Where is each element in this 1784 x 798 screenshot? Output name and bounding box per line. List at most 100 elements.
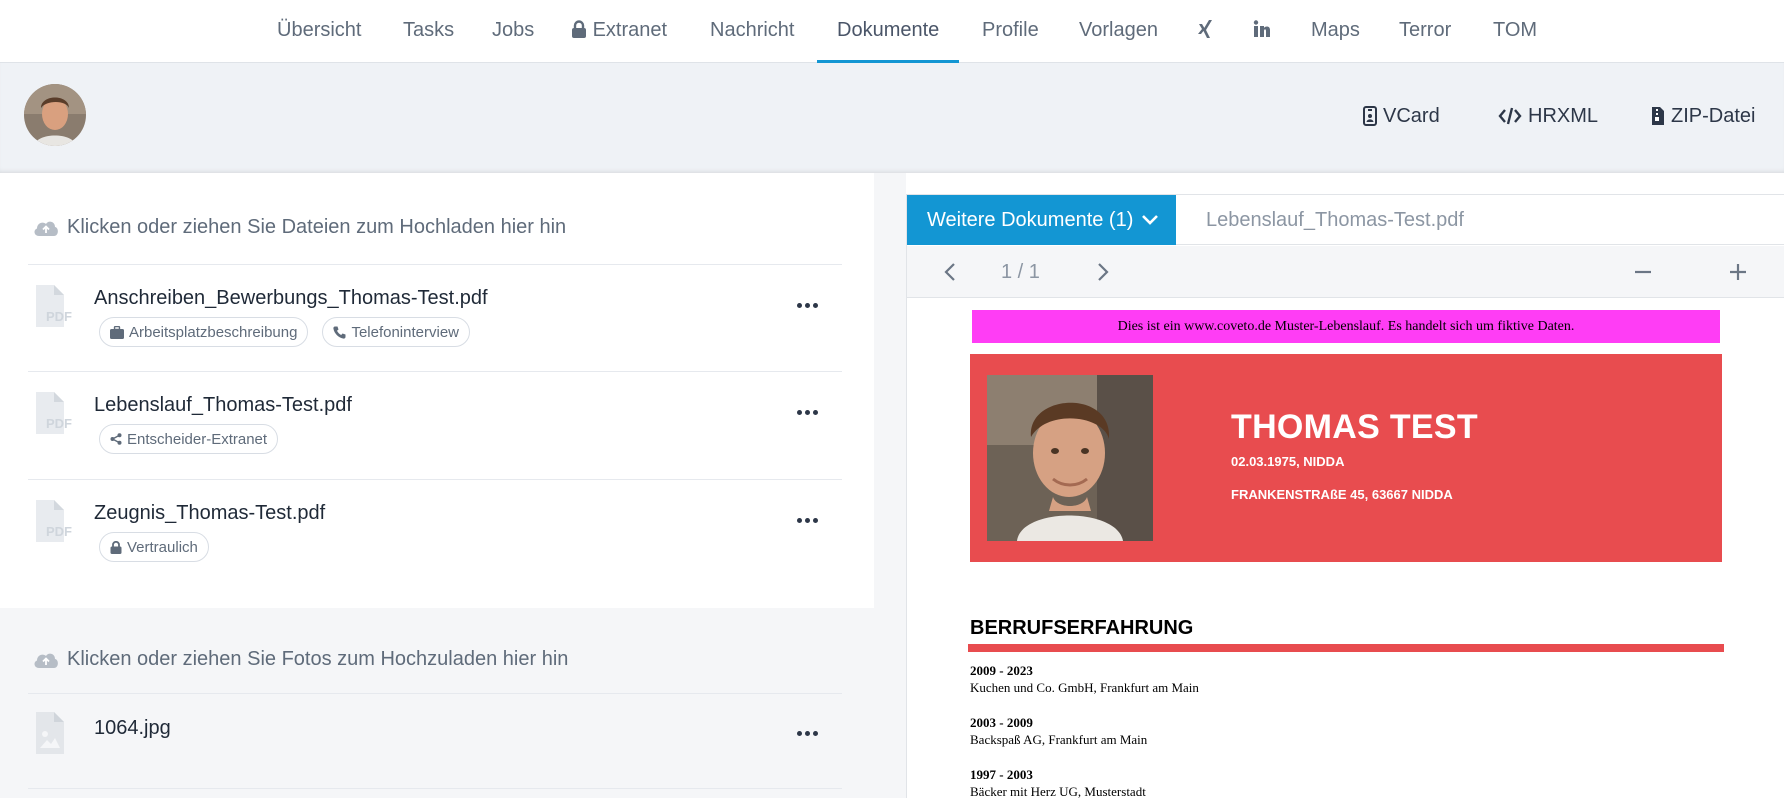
more-options-button[interactable] <box>792 295 822 315</box>
photo-upload-dropzone[interactable]: Klicken oder ziehen Sie Fotos zum Hochzu… <box>33 648 568 671</box>
nav-item-label: Tasks <box>403 19 455 41</box>
sample-notice-banner: Dies ist ein www.coveto.de Muster-Lebens… <box>972 310 1720 343</box>
code-icon <box>1498 107 1522 125</box>
nav-item-terror[interactable]: Terror <box>1399 0 1451 63</box>
nav-item-jobs[interactable]: Jobs <box>492 0 534 63</box>
viewer-tabs: Weitere Dokumente (1) Lebenslauf_Thomas-… <box>907 195 1784 245</box>
document-viewer: Weitere Dokumente (1) Lebenslauf_Thomas-… <box>906 194 1784 798</box>
pdf-file-icon: PDF <box>36 500 72 542</box>
photo-row[interactable]: 1064.jpg <box>28 694 842 786</box>
document-tags: Entscheider-Extranet <box>99 424 279 454</box>
more-options-button[interactable] <box>792 402 822 422</box>
document-tags: Vertraulich <box>99 532 209 562</box>
nav-item-xing[interactable] <box>1197 0 1213 63</box>
zip-download-button[interactable]: ZIP-Datei <box>1651 103 1755 129</box>
top-navigation: Übersicht Tasks Jobs Extranet Nachricht … <box>0 0 1784 63</box>
upload-hint-text: Klicken oder ziehen Sie Fotos zum Hochzu… <box>67 648 569 670</box>
tag-vertraulich[interactable]: Vertraulich <box>99 532 209 562</box>
nav-item-label: Übersicht <box>277 19 362 41</box>
phone-icon <box>333 326 346 339</box>
address: FRANKENSTRAßE 45, 63667 NIDDA <box>1231 487 1453 502</box>
nav-item-tasks[interactable]: Tasks <box>403 0 454 63</box>
linkedin-icon <box>1253 20 1270 37</box>
nav-item-uebersicht[interactable]: Übersicht <box>277 0 361 63</box>
tab-label: Weitere Dokumente (1) <box>927 208 1134 231</box>
minus-icon <box>1635 270 1651 274</box>
upload-hint-text: Klicken oder ziehen Sie Dateien zum Hoch… <box>67 216 567 238</box>
nav-item-label: Dokumente <box>837 19 940 41</box>
tag-telefoninterview[interactable]: Telefoninterview <box>322 317 470 347</box>
tag-label: Entscheider-Extranet <box>127 430 268 448</box>
job-period: 2009 - 2023 <box>970 663 1033 678</box>
zoom-in-button[interactable] <box>1725 259 1751 285</box>
zoom-out-button[interactable] <box>1630 259 1656 285</box>
hrxml-button[interactable]: HRXML <box>1498 103 1598 129</box>
nav-item-dokumente[interactable]: Dokumente <box>816 0 960 63</box>
documents-panel: Klicken oder ziehen Sie Dateien zum Hoch… <box>0 173 874 798</box>
document-name[interactable]: Anschreiben_Bewerbungs_Thomas-Test.pdf <box>94 287 488 310</box>
nav-item-label: Jobs <box>492 19 535 41</box>
lock-icon <box>110 540 122 554</box>
pdf-file-icon: PDF <box>36 392 72 434</box>
previous-page-button[interactable] <box>937 259 963 285</box>
tab-weitere-dokumente[interactable]: Weitere Dokumente (1) <box>907 195 1176 245</box>
tag-arbeitsplatzbeschreibung[interactable]: Arbeitsplatzbeschreibung <box>99 317 309 347</box>
nav-item-label: Extranet <box>592 19 668 41</box>
nav-item-extranet[interactable]: Extranet <box>571 0 667 63</box>
photo-name[interactable]: 1064.jpg <box>94 717 171 740</box>
panel-separator <box>874 173 906 798</box>
nav-item-label: Terror <box>1399 19 1452 41</box>
id-badge-icon <box>1363 106 1377 126</box>
tab-lebenslauf[interactable]: Lebenslauf_Thomas-Test.pdf <box>1206 195 1464 245</box>
section-rule <box>968 644 1724 652</box>
document-row[interactable]: PDF Lebenslauf_Thomas-Test.pdf Entscheid… <box>28 372 842 478</box>
pdf-page: Dies ist ein www.coveto.de Muster-Lebens… <box>907 299 1784 798</box>
file-zip-icon <box>1652 107 1664 125</box>
nav-item-nachricht[interactable]: Nachricht <box>710 0 794 63</box>
nav-item-maps[interactable]: Maps <box>1311 0 1360 63</box>
job-period: 1997 - 2003 <box>970 767 1033 782</box>
tag-entscheider-extranet[interactable]: Entscheider-Extranet <box>99 424 279 454</box>
hrxml-label: HRXML <box>1528 104 1599 127</box>
pdf-pager: 1 / 1 <box>907 246 1784 298</box>
nav-item-label: Profile <box>982 19 1039 41</box>
document-row[interactable]: PDF Zeugnis_Thomas-Test.pdf Vertraulich <box>28 480 842 586</box>
document-row[interactable]: PDF Anschreiben_Bewerbungs_Thomas-Test.p… <box>28 265 842 371</box>
job-period: 2003 - 2009 <box>970 715 1033 730</box>
more-options-button[interactable] <box>792 510 822 530</box>
nav-item-profile[interactable]: Profile <box>982 0 1039 63</box>
nav-item-tom[interactable]: TOM <box>1493 0 1537 63</box>
cloud-upload-icon <box>34 653 58 668</box>
more-options-button[interactable] <box>792 723 822 743</box>
vcard-label: VCard <box>1383 104 1440 127</box>
avatar[interactable] <box>24 84 86 146</box>
nav-item-vorlagen[interactable]: Vorlagen <box>1079 0 1158 63</box>
chevron-left-icon <box>944 263 955 281</box>
tag-label: Vertraulich <box>127 538 198 556</box>
briefcase-icon <box>110 325 124 339</box>
plus-icon <box>1730 264 1746 280</box>
svg-text:PDF: PDF <box>46 309 72 324</box>
next-page-button[interactable] <box>1090 259 1116 285</box>
tag-label: Telefoninterview <box>351 323 459 341</box>
cv-header: THOMAS TEST 02.03.1975, NIDDA FRANKENSTR… <box>970 354 1722 562</box>
divider <box>28 788 842 789</box>
candidate-name: THOMAS TEST <box>1231 408 1478 446</box>
document-name[interactable]: Zeugnis_Thomas-Test.pdf <box>94 502 325 525</box>
document-name[interactable]: Lebenslauf_Thomas-Test.pdf <box>94 394 352 417</box>
birth-info: 02.03.1975, NIDDA <box>1231 454 1345 469</box>
vcard-button[interactable]: VCard <box>1363 103 1440 129</box>
lock-icon <box>572 20 586 38</box>
svg-text:PDF: PDF <box>46 524 72 539</box>
nav-item-linkedin[interactable] <box>1253 0 1271 63</box>
document-upload-dropzone[interactable]: Klicken oder ziehen Sie Dateien zum Hoch… <box>33 216 566 239</box>
job-company: Kuchen und Co. GmbH, Frankfurt am Main <box>970 680 1199 695</box>
xing-icon <box>1198 20 1212 38</box>
nav-item-label: TOM <box>1493 19 1538 41</box>
job-company: Backspaß AG, Frankfurt am Main <box>970 732 1148 747</box>
page-indicator: 1 / 1 <box>1001 261 1040 283</box>
section-title: BERRUFSERFAHRUNG <box>970 617 1194 639</box>
job-company: Bäcker mit Herz UG, Musterstadt <box>970 784 1146 798</box>
svg-text:PDF: PDF <box>46 416 72 431</box>
tag-label: Arbeitsplatzbeschreibung <box>129 323 298 341</box>
